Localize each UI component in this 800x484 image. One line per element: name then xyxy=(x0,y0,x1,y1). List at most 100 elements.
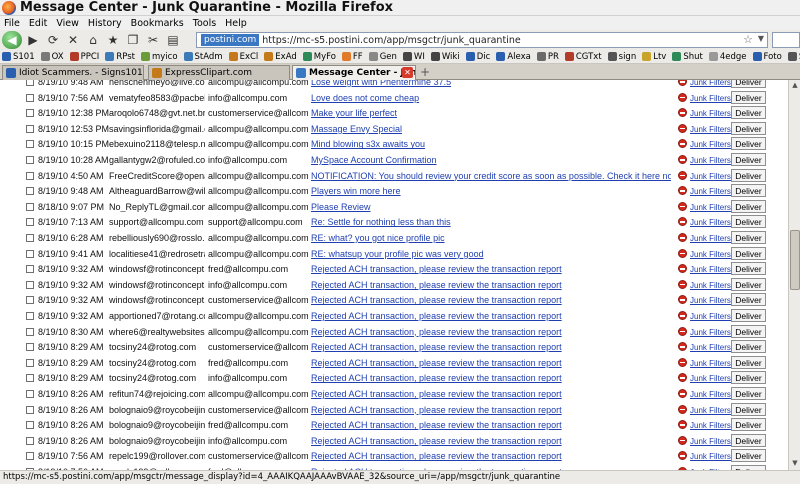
select-checkbox[interactable] xyxy=(26,265,34,274)
message-subject-link[interactable]: Massage Envy Special xyxy=(311,124,671,134)
select-checkbox[interactable] xyxy=(26,140,34,149)
select-checkbox[interactable] xyxy=(26,312,34,320)
bookmark-item[interactable]: ExCl xyxy=(228,52,258,62)
menu-view[interactable]: View xyxy=(56,18,79,29)
deliver-button[interactable]: Deliver xyxy=(731,449,766,463)
bookmark-item[interactable]: Shut xyxy=(672,52,703,62)
select-checkbox[interactable] xyxy=(26,202,34,211)
junk-filters-link[interactable]: Junk Filters xyxy=(690,359,731,368)
junk-filters-link[interactable]: Junk Filters xyxy=(690,406,731,415)
vertical-scrollbar[interactable]: ▲ ▼ xyxy=(788,80,800,470)
deliver-button[interactable]: Deliver xyxy=(731,371,766,385)
junk-filters-link[interactable]: Junk Filters xyxy=(690,374,731,383)
select-checkbox[interactable] xyxy=(26,234,34,242)
junk-filters-link[interactable]: Junk Filters xyxy=(690,109,731,118)
bookmark-item[interactable]: Gen xyxy=(368,52,397,62)
scroll-down-icon[interactable]: ▼ xyxy=(790,459,800,469)
deliver-button[interactable]: Deliver xyxy=(731,355,766,369)
address-bar[interactable]: postini.com https://mc-s5.postini.com/ap… xyxy=(196,32,768,48)
scrollbar-thumb[interactable] xyxy=(790,230,800,290)
message-subject-link[interactable]: RE: what? you got nice profile pic xyxy=(311,233,671,243)
junk-filters-link[interactable]: Junk Filters xyxy=(690,80,731,87)
bookmark-item[interactable]: WI xyxy=(402,52,425,62)
message-subject-link[interactable]: Make your life perfect xyxy=(311,108,671,118)
select-checkbox[interactable] xyxy=(26,156,34,164)
message-subject-link[interactable]: RE: whatsup your profile pic was very go… xyxy=(311,249,671,259)
deliver-button[interactable]: Deliver xyxy=(731,231,766,244)
message-subject-link[interactable]: Rejected ACH transaction, please review … xyxy=(311,295,671,305)
select-checkbox[interactable] xyxy=(26,249,34,258)
select-checkbox[interactable] xyxy=(26,280,34,289)
junk-filters-link[interactable]: Junk Filters xyxy=(690,250,731,259)
menu-bookmarks[interactable]: Bookmarks xyxy=(131,18,184,29)
home-button[interactable]: ⌂ xyxy=(84,31,102,49)
junk-filters-link[interactable]: Junk Filters xyxy=(690,343,731,352)
bookmark-item[interactable]: Alexa xyxy=(496,52,531,62)
copy-icon[interactable]: ❐ xyxy=(124,31,142,49)
select-checkbox[interactable] xyxy=(26,80,34,86)
bookmark-item[interactable]: ExAd xyxy=(264,52,297,62)
deliver-button[interactable]: Deliver xyxy=(731,387,766,400)
message-subject-link[interactable]: Rejected ACH transaction, please review … xyxy=(311,451,671,461)
deliver-button[interactable]: Deliver xyxy=(731,215,766,229)
deliver-button[interactable]: Deliver xyxy=(731,402,766,416)
bookmark-item[interactable]: CGTxt xyxy=(564,52,602,62)
deliver-button[interactable]: Deliver xyxy=(731,293,766,307)
menu-history[interactable]: History xyxy=(88,18,122,29)
deliver-button[interactable]: Deliver xyxy=(731,277,766,291)
junk-filters-link[interactable]: Junk Filters xyxy=(690,218,731,227)
message-subject-link[interactable]: Love does not come cheap xyxy=(311,93,671,103)
tab-signs101[interactable]: Idiot Scammers. - Signs101.com xyxy=(2,65,144,80)
junk-filters-link[interactable]: Junk Filters xyxy=(690,390,731,399)
deliver-button[interactable]: Deliver xyxy=(731,153,766,166)
bookmark-item[interactable]: S101 xyxy=(2,52,35,62)
message-subject-link[interactable]: Rejected ACH transaction, please review … xyxy=(311,373,671,383)
stop-button[interactable]: ✕ xyxy=(64,31,82,49)
junk-filters-link[interactable]: Junk Filters xyxy=(690,140,731,149)
message-subject-link[interactable]: Rejected ACH transaction, please review … xyxy=(311,327,671,337)
select-checkbox[interactable] xyxy=(26,124,34,133)
deliver-button[interactable]: Deliver xyxy=(731,90,766,104)
bookmark-item[interactable]: FF xyxy=(341,52,363,62)
junk-filters-link[interactable]: Junk Filters xyxy=(690,234,731,243)
deliver-button[interactable]: Deliver xyxy=(731,121,766,135)
select-checkbox[interactable] xyxy=(26,390,34,398)
bookmark-item[interactable]: PPCI xyxy=(69,52,99,62)
deliver-button[interactable]: Deliver xyxy=(731,324,766,338)
select-checkbox[interactable] xyxy=(26,374,34,383)
menu-tools[interactable]: Tools xyxy=(193,18,216,29)
junk-filters-link[interactable]: Junk Filters xyxy=(690,312,731,321)
bookmark-item[interactable]: Ltv xyxy=(642,52,666,62)
select-checkbox[interactable] xyxy=(26,171,34,180)
deliver-button[interactable]: Deliver xyxy=(731,309,766,322)
message-subject-link[interactable]: Rejected ACH transaction, please review … xyxy=(311,389,671,399)
menu-edit[interactable]: Edit xyxy=(29,18,47,29)
deliver-button[interactable]: Deliver xyxy=(731,262,766,276)
bookmark-star-icon[interactable]: ☆ xyxy=(743,33,753,46)
message-subject-link[interactable]: Rejected ACH transaction, please review … xyxy=(311,405,671,415)
deliver-button[interactable]: Deliver xyxy=(731,137,766,151)
message-subject-link[interactable]: Rejected ACH transaction, please review … xyxy=(311,311,671,321)
deliver-button[interactable]: Deliver xyxy=(731,106,766,120)
deliver-button[interactable]: Deliver xyxy=(731,80,766,88)
bookmark-item[interactable]: MyFo xyxy=(302,52,336,62)
message-subject-link[interactable]: Rejected ACH transaction, please review … xyxy=(311,436,671,446)
message-subject-link[interactable]: Please Review xyxy=(311,202,671,212)
junk-filters-link[interactable]: Junk Filters xyxy=(690,328,731,337)
deliver-button[interactable]: Deliver xyxy=(731,168,766,182)
message-subject-link[interactable]: Rejected ACH transaction, please review … xyxy=(311,420,671,430)
junk-filters-link[interactable]: Junk Filters xyxy=(690,437,731,446)
deliver-button[interactable]: Deliver xyxy=(731,433,766,447)
bookmark-item[interactable]: StAdm xyxy=(183,52,223,62)
message-subject-link[interactable]: Rejected ACH transaction, please review … xyxy=(311,342,671,352)
bookmark-item[interactable]: 4edge xyxy=(708,52,747,62)
message-subject-link[interactable]: Rejected ACH transaction, please review … xyxy=(311,358,671,368)
deliver-button[interactable]: Deliver xyxy=(731,246,766,260)
junk-filters-link[interactable]: Junk Filters xyxy=(690,265,731,274)
paste-icon[interactable]: ▤ xyxy=(164,31,182,49)
message-subject-link[interactable]: Re: Settle for nothing less than this xyxy=(311,217,671,227)
select-checkbox[interactable] xyxy=(26,421,34,430)
bookmark-item[interactable]: Wiki xyxy=(430,52,460,62)
forward-button[interactable]: ▶ xyxy=(24,31,42,49)
url-text[interactable]: https://mc-s5.postini.com/app/msgctr/jun… xyxy=(262,35,520,46)
